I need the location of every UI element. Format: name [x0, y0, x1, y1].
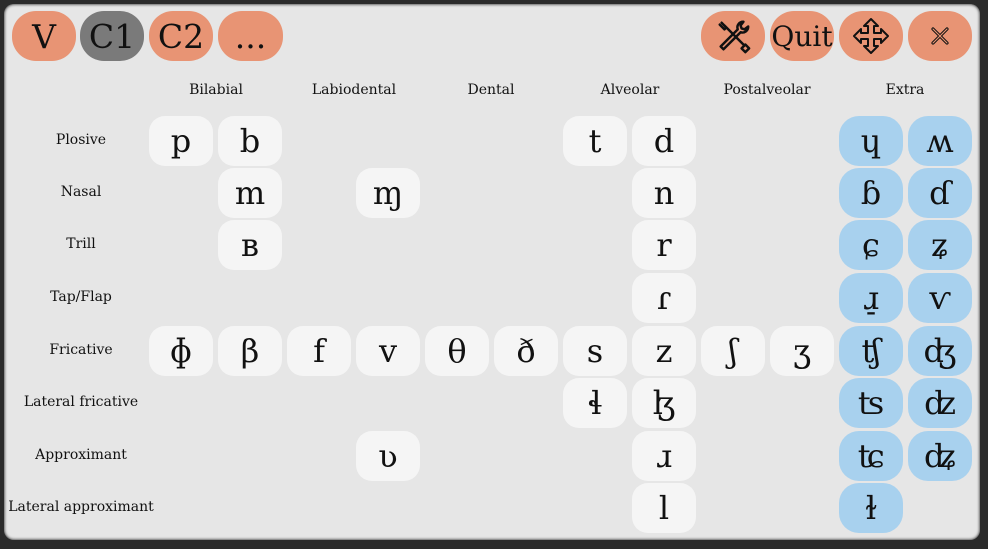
extra-ipa-key[interactable]: ʨ — [839, 431, 903, 481]
vowels-tab-button[interactable]: V — [12, 11, 76, 61]
ipa-key[interactable]: p — [149, 116, 213, 166]
extra-ipa-key[interactable]: ɗ — [908, 168, 972, 218]
extra-ipa-key[interactable]: ʣ — [908, 378, 972, 428]
ipa-keyboard-window: V C1 C2 ... Quit Bilabial Labiodental De… — [4, 4, 980, 540]
wrench-screwdriver-icon — [714, 17, 752, 55]
extra-ipa-key[interactable]: ⱱ — [908, 273, 972, 323]
row-label: Lateral approximant — [8, 499, 154, 515]
consonants-1-tab-label: C1 — [88, 16, 136, 56]
vowels-tab-label: V — [32, 16, 56, 56]
more-tab-button[interactable]: ... — [218, 11, 283, 61]
move-arrows-icon — [851, 16, 891, 56]
extra-ipa-key[interactable]: ʑ — [908, 220, 972, 270]
column-header-bilabial: Bilabial — [189, 82, 243, 98]
ipa-key[interactable]: ʋ — [356, 431, 420, 481]
ipa-key[interactable]: β — [218, 326, 282, 376]
close-button[interactable] — [908, 11, 972, 61]
ipa-key[interactable]: ð — [494, 326, 558, 376]
extra-ipa-key[interactable]: ɥ — [839, 116, 903, 166]
ipa-key[interactable]: ʒ — [770, 326, 834, 376]
row-label: Tap/Flap — [50, 289, 112, 305]
ipa-key[interactable]: ɸ — [149, 326, 213, 376]
extra-ipa-key[interactable]: ɹ̠ — [839, 273, 903, 323]
close-icon — [928, 24, 952, 48]
ipa-key[interactable]: ɾ — [632, 273, 696, 323]
ipa-key[interactable]: m — [218, 168, 282, 218]
ipa-key[interactable]: θ — [425, 326, 489, 376]
ipa-key[interactable]: v — [356, 326, 420, 376]
extra-ipa-key[interactable]: ɓ — [839, 168, 903, 218]
ipa-key[interactable]: t — [563, 116, 627, 166]
column-header-extra: Extra — [885, 82, 925, 98]
row-label: Trill — [66, 236, 96, 252]
move-button[interactable] — [839, 11, 903, 61]
row-label: Plosive — [55, 132, 107, 148]
ipa-key[interactable]: ʃ — [701, 326, 765, 376]
ipa-key[interactable]: ɹ — [632, 431, 696, 481]
ipa-key[interactable]: l — [632, 483, 696, 533]
extra-ipa-key[interactable]: ʧ — [839, 326, 903, 376]
ipa-key[interactable]: f — [287, 326, 351, 376]
ipa-key[interactable]: n — [632, 168, 696, 218]
consonants-2-tab-button[interactable]: C2 — [149, 11, 213, 61]
extra-ipa-key[interactable]: ɕ — [839, 220, 903, 270]
column-header-alveolar: Alveolar — [600, 82, 660, 98]
ipa-key[interactable]: r — [632, 220, 696, 270]
extra-ipa-key[interactable]: ɫ — [839, 483, 903, 533]
ipa-key[interactable]: s — [563, 326, 627, 376]
column-header-postalveolar: Postalveolar — [723, 82, 811, 98]
settings-button[interactable] — [701, 11, 765, 61]
ipa-key[interactable]: z — [632, 326, 696, 376]
ipa-key[interactable]: ɮ — [632, 378, 696, 428]
quit-label: Quit — [771, 19, 833, 53]
ipa-key[interactable]: d — [632, 116, 696, 166]
ipa-key[interactable]: b — [218, 116, 282, 166]
row-label: Fricative — [49, 342, 113, 358]
ipa-key[interactable]: ʙ — [218, 220, 282, 270]
column-header-dental: Dental — [467, 82, 515, 98]
row-label: Lateral fricative — [23, 394, 139, 410]
consonants-2-tab-label: C2 — [157, 16, 205, 56]
row-label: Nasal — [60, 184, 102, 200]
ipa-key[interactable]: ɬ — [563, 378, 627, 428]
extra-ipa-key[interactable]: ʤ — [908, 326, 972, 376]
consonants-1-tab-button[interactable]: C1 — [80, 11, 144, 61]
row-label: Approximant — [35, 447, 127, 463]
ipa-key[interactable]: ɱ — [356, 168, 420, 218]
extra-ipa-key[interactable]: ʥ — [908, 431, 972, 481]
more-tab-label: ... — [234, 16, 267, 56]
quit-button[interactable]: Quit — [770, 11, 834, 61]
column-header-labiodental: Labiodental — [311, 82, 397, 98]
extra-ipa-key[interactable]: ʍ — [908, 116, 972, 166]
extra-ipa-key[interactable]: ʦ — [839, 378, 903, 428]
